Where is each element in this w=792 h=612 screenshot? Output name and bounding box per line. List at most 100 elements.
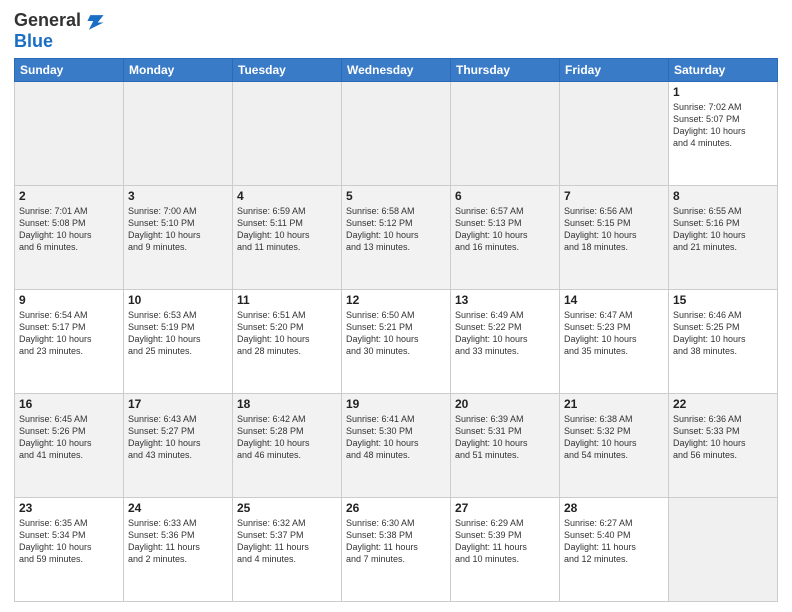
day-number: 14 — [564, 293, 664, 307]
day-info: Sunrise: 7:00 AM Sunset: 5:10 PM Dayligh… — [128, 205, 228, 254]
day-number: 25 — [237, 501, 337, 515]
day-info: Sunrise: 6:32 AM Sunset: 5:37 PM Dayligh… — [237, 517, 337, 566]
day-number: 4 — [237, 189, 337, 203]
day-cell: 22 Sunrise: 6:36 AM Sunset: 5:33 PM Dayli… — [669, 393, 778, 497]
day-cell: 4 Sunrise: 6:59 AM Sunset: 5:11 PM Daylig… — [233, 185, 342, 289]
day-number: 28 — [564, 501, 664, 515]
day-cell: 27 Sunrise: 6:29 AM Sunset: 5:39 PM Dayli… — [451, 497, 560, 601]
day-info: Sunrise: 6:30 AM Sunset: 5:38 PM Dayligh… — [346, 517, 446, 566]
day-cell: 8 Sunrise: 6:55 AM Sunset: 5:16 PM Daylig… — [669, 185, 778, 289]
day-cell: 3 Sunrise: 7:00 AM Sunset: 5:10 PM Daylig… — [124, 185, 233, 289]
day-cell — [451, 81, 560, 185]
logo-text: General — [14, 11, 81, 31]
day-cell: 18 Sunrise: 6:42 AM Sunset: 5:28 PM Dayli… — [233, 393, 342, 497]
day-number: 27 — [455, 501, 555, 515]
weekday-saturday: Saturday — [669, 58, 778, 81]
day-cell: 15 Sunrise: 6:46 AM Sunset: 5:25 PM Dayli… — [669, 289, 778, 393]
day-cell: 24 Sunrise: 6:33 AM Sunset: 5:36 PM Dayli… — [124, 497, 233, 601]
day-info: Sunrise: 6:29 AM Sunset: 5:39 PM Dayligh… — [455, 517, 555, 566]
day-cell — [560, 81, 669, 185]
header: General Blue — [14, 10, 778, 52]
day-cell: 10Sunrise: 6:53 AM Sunset: 5:19 PM Dayli… — [124, 289, 233, 393]
day-info: Sunrise: 6:59 AM Sunset: 5:11 PM Dayligh… — [237, 205, 337, 254]
day-info: Sunrise: 6:47 AM Sunset: 5:23 PM Dayligh… — [564, 309, 664, 358]
weekday-thursday: Thursday — [451, 58, 560, 81]
page: General Blue SundayMondayTuesdayWednesda… — [0, 0, 792, 612]
day-info: Sunrise: 6:57 AM Sunset: 5:13 PM Dayligh… — [455, 205, 555, 254]
day-cell — [669, 497, 778, 601]
day-number: 17 — [128, 397, 228, 411]
day-info: Sunrise: 6:43 AM Sunset: 5:27 PM Dayligh… — [128, 413, 228, 462]
day-cell: 21 Sunrise: 6:38 AM Sunset: 5:32 PM Dayli… — [560, 393, 669, 497]
day-info: Sunrise: 6:54 AM Sunset: 5:17 PM Dayligh… — [19, 309, 119, 358]
calendar: SundayMondayTuesdayWednesdayThursdayFrid… — [14, 58, 778, 602]
day-cell — [15, 81, 124, 185]
day-cell: 5 Sunrise: 6:58 AM Sunset: 5:12 PM Daylig… — [342, 185, 451, 289]
weekday-monday: Monday — [124, 58, 233, 81]
day-info: Sunrise: 6:56 AM Sunset: 5:15 PM Dayligh… — [564, 205, 664, 254]
day-number: 26 — [346, 501, 446, 515]
day-info: Sunrise: 6:55 AM Sunset: 5:16 PM Dayligh… — [673, 205, 773, 254]
day-cell: 7 Sunrise: 6:56 AM Sunset: 5:15 PM Daylig… — [560, 185, 669, 289]
day-cell: 19 Sunrise: 6:41 AM Sunset: 5:30 PM Dayli… — [342, 393, 451, 497]
day-info: Sunrise: 6:41 AM Sunset: 5:30 PM Dayligh… — [346, 413, 446, 462]
day-cell: 2 Sunrise: 7:01 AM Sunset: 5:08 PM Daylig… — [15, 185, 124, 289]
day-cell: 17 Sunrise: 6:43 AM Sunset: 5:27 PM Dayli… — [124, 393, 233, 497]
day-cell: 26 Sunrise: 6:30 AM Sunset: 5:38 PM Dayli… — [342, 497, 451, 601]
day-info: Sunrise: 7:02 AM Sunset: 5:07 PM Dayligh… — [673, 101, 773, 150]
day-number: 2 — [19, 189, 119, 203]
day-number: 9 — [19, 293, 119, 307]
day-cell: 1 Sunrise: 7:02 AM Sunset: 5:07 PM Daylig… — [669, 81, 778, 185]
day-info: Sunrise: 6:39 AM Sunset: 5:31 PM Dayligh… — [455, 413, 555, 462]
week-row-5: 23Sunrise: 6:35 AM Sunset: 5:34 PM Dayli… — [15, 497, 778, 601]
day-number: 18 — [237, 397, 337, 411]
day-number: 19 — [346, 397, 446, 411]
day-number: 1 — [673, 85, 773, 99]
day-number: 16 — [19, 397, 119, 411]
weekday-wednesday: Wednesday — [342, 58, 451, 81]
day-info: Sunrise: 6:50 AM Sunset: 5:21 PM Dayligh… — [346, 309, 446, 358]
day-cell — [233, 81, 342, 185]
weekday-friday: Friday — [560, 58, 669, 81]
day-info: Sunrise: 6:58 AM Sunset: 5:12 PM Dayligh… — [346, 205, 446, 254]
day-info: Sunrise: 6:36 AM Sunset: 5:33 PM Dayligh… — [673, 413, 773, 462]
day-number: 20 — [455, 397, 555, 411]
day-cell: 14 Sunrise: 6:47 AM Sunset: 5:23 PM Dayli… — [560, 289, 669, 393]
weekday-tuesday: Tuesday — [233, 58, 342, 81]
day-cell: 9 Sunrise: 6:54 AM Sunset: 5:17 PM Daylig… — [15, 289, 124, 393]
day-info: Sunrise: 6:42 AM Sunset: 5:28 PM Dayligh… — [237, 413, 337, 462]
day-number: 12 — [346, 293, 446, 307]
day-cell: 23Sunrise: 6:35 AM Sunset: 5:34 PM Dayli… — [15, 497, 124, 601]
weekday-sunday: Sunday — [15, 58, 124, 81]
day-cell: 11 Sunrise: 6:51 AM Sunset: 5:20 PM Dayli… — [233, 289, 342, 393]
day-info: Sunrise: 6:38 AM Sunset: 5:32 PM Dayligh… — [564, 413, 664, 462]
logo: General Blue — [14, 10, 105, 52]
day-cell: 6Sunrise: 6:57 AM Sunset: 5:13 PM Daylig… — [451, 185, 560, 289]
day-number: 13 — [455, 293, 555, 307]
day-number: 11 — [237, 293, 337, 307]
day-number: 15 — [673, 293, 773, 307]
day-number: 5 — [346, 189, 446, 203]
day-number: 8 — [673, 189, 773, 203]
day-info: Sunrise: 6:45 AM Sunset: 5:26 PM Dayligh… — [19, 413, 119, 462]
day-number: 21 — [564, 397, 664, 411]
day-info: Sunrise: 7:01 AM Sunset: 5:08 PM Dayligh… — [19, 205, 119, 254]
day-info: Sunrise: 6:49 AM Sunset: 5:22 PM Dayligh… — [455, 309, 555, 358]
day-number: 7 — [564, 189, 664, 203]
day-cell: 20 Sunrise: 6:39 AM Sunset: 5:31 PM Dayli… — [451, 393, 560, 497]
day-info: Sunrise: 6:51 AM Sunset: 5:20 PM Dayligh… — [237, 309, 337, 358]
day-cell: 16 Sunrise: 6:45 AM Sunset: 5:26 PM Dayli… — [15, 393, 124, 497]
day-cell: 28Sunrise: 6:27 AM Sunset: 5:40 PM Dayli… — [560, 497, 669, 601]
day-info: Sunrise: 6:33 AM Sunset: 5:36 PM Dayligh… — [128, 517, 228, 566]
day-info: Sunrise: 6:53 AM Sunset: 5:19 PM Dayligh… — [128, 309, 228, 358]
day-number: 22 — [673, 397, 773, 411]
day-cell: 25 Sunrise: 6:32 AM Sunset: 5:37 PM Dayli… — [233, 497, 342, 601]
week-row-4: 16 Sunrise: 6:45 AM Sunset: 5:26 PM Dayli… — [15, 393, 778, 497]
week-row-1: 1 Sunrise: 7:02 AM Sunset: 5:07 PM Daylig… — [15, 81, 778, 185]
day-number: 3 — [128, 189, 228, 203]
day-cell: 13 Sunrise: 6:49 AM Sunset: 5:22 PM Dayli… — [451, 289, 560, 393]
day-info: Sunrise: 6:35 AM Sunset: 5:34 PM Dayligh… — [19, 517, 119, 566]
day-cell: 12 Sunrise: 6:50 AM Sunset: 5:21 PM Dayli… — [342, 289, 451, 393]
day-info: Sunrise: 6:46 AM Sunset: 5:25 PM Dayligh… — [673, 309, 773, 358]
day-number: 24 — [128, 501, 228, 515]
